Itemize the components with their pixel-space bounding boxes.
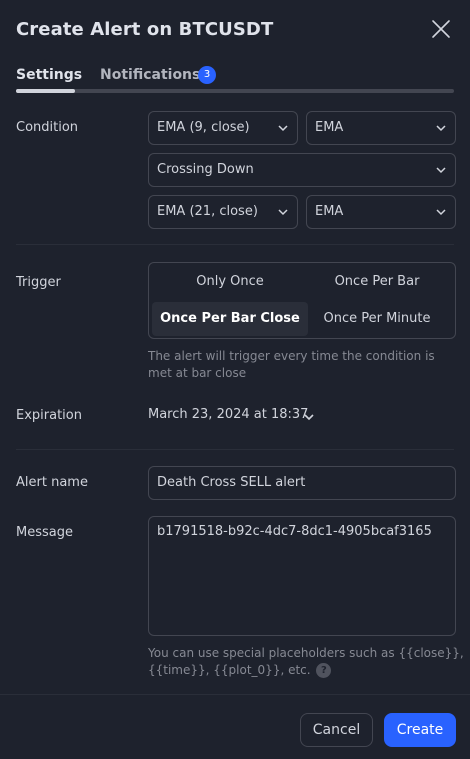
- tab-bar: Settings Notifications 3: [16, 64, 454, 96]
- message-value: b1791518-b92c-4dc7-8dc1-4905bcaf3165: [157, 524, 432, 539]
- help-icon[interactable]: ?: [316, 663, 332, 678]
- notifications-count-badge: 3: [198, 66, 216, 84]
- expiration-value[interactable]: March 23, 2024 at 18:37: [148, 407, 308, 422]
- trigger-options: Only Once Once Per Bar Once Per Bar Clos…: [148, 262, 456, 339]
- trigger-hint-line-1: The alert will trigger every time the co…: [148, 349, 435, 363]
- operator-select[interactable]: Crossing Down: [148, 153, 456, 187]
- close-button[interactable]: [428, 16, 454, 42]
- indicator-2-select[interactable]: EMA (21, close): [148, 195, 298, 229]
- message-hint: You can use special placeholders such as…: [148, 645, 464, 679]
- condition-label: Condition: [16, 120, 79, 135]
- tab-active-indicator: [16, 89, 75, 93]
- footer-divider: [0, 694, 470, 695]
- tab-track: [16, 89, 454, 93]
- chevron-down-icon: [436, 167, 446, 174]
- indicator-2-value: EMA (21, close): [157, 204, 258, 219]
- dialog-title: Create Alert on BTCUSDT: [16, 19, 274, 40]
- message-label: Message: [16, 525, 73, 540]
- message-hint-line-2: {{time}}, {{plot_0}}, etc.: [148, 663, 311, 677]
- plot-1-select[interactable]: EMA: [306, 111, 456, 145]
- trigger-hint-line-2: met at bar close: [148, 366, 247, 380]
- create-button[interactable]: Create: [384, 713, 456, 747]
- trigger-label: Trigger: [16, 275, 61, 290]
- alert-name-label: Alert name: [16, 475, 88, 490]
- trigger-hint: The alert will trigger every time the co…: [148, 348, 435, 382]
- chevron-down-icon: [278, 209, 288, 216]
- trigger-only-once[interactable]: Only Once: [152, 265, 308, 299]
- expiration-label: Expiration: [16, 408, 82, 423]
- trigger-once-per-bar-close[interactable]: Once Per Bar Close: [152, 302, 308, 336]
- alert-name-value: Death Cross SELL alert: [157, 475, 306, 490]
- indicator-1-value: EMA (9, close): [157, 120, 250, 135]
- trigger-once-per-minute[interactable]: Once Per Minute: [299, 302, 455, 336]
- plot-2-select[interactable]: EMA: [306, 195, 456, 229]
- chevron-down-icon: [436, 125, 446, 132]
- cancel-button[interactable]: Cancel: [300, 713, 373, 747]
- indicator-1-select[interactable]: EMA (9, close): [148, 111, 298, 145]
- message-textarea[interactable]: b1791518-b92c-4dc7-8dc1-4905bcaf3165: [148, 516, 456, 636]
- chevron-down-icon[interactable]: [303, 412, 315, 422]
- section-divider: [16, 244, 454, 245]
- alert-name-input[interactable]: Death Cross SELL alert: [148, 466, 456, 500]
- chevron-down-icon: [436, 209, 446, 216]
- message-hint-line-2-row: {{time}}, {{plot_0}}, etc. ?: [148, 662, 464, 679]
- operator-value: Crossing Down: [157, 162, 254, 177]
- create-alert-dialog: Create Alert on BTCUSDT Settings Notific…: [0, 0, 470, 759]
- chevron-down-icon: [278, 125, 288, 132]
- close-icon: [432, 20, 450, 38]
- message-hint-line-1: You can use special placeholders such as…: [148, 646, 464, 660]
- tab-settings[interactable]: Settings: [16, 67, 82, 83]
- plot-1-value: EMA: [315, 120, 344, 135]
- trigger-once-per-bar[interactable]: Once Per Bar: [299, 265, 455, 299]
- section-divider: [16, 449, 454, 450]
- tab-notifications[interactable]: Notifications: [100, 67, 200, 83]
- plot-2-value: EMA: [315, 204, 344, 219]
